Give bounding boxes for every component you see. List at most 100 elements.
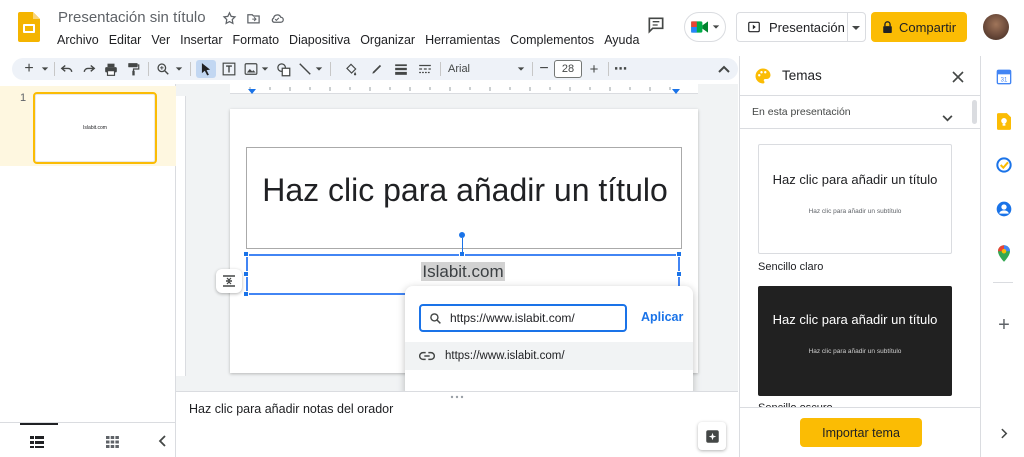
menu-archivo[interactable]: Archivo [52, 31, 104, 49]
themes-scrollbar[interactable] [972, 100, 977, 124]
menu-organizar[interactable]: Organizar [355, 31, 420, 49]
maps-icon[interactable] [995, 244, 1013, 262]
filmstrip-slide[interactable]: 1 Islabit.com [0, 86, 176, 166]
link-url-input[interactable]: https://www.islabit.com/ [419, 304, 627, 332]
explore-icon [705, 429, 719, 443]
image-icon[interactable] [242, 60, 260, 78]
theme-preview-title: Haz clic para añadir un título [772, 172, 938, 187]
more-options-icon[interactable]: ⋯ [612, 60, 630, 78]
present-icon [748, 21, 760, 33]
filmstrip-view-icon[interactable] [30, 435, 44, 453]
border-dash-icon[interactable] [416, 60, 434, 78]
calendar-icon[interactable]: 31 [995, 68, 1013, 86]
text-box-icon[interactable] [220, 60, 238, 78]
filmstrip-footer [0, 422, 176, 457]
menu-editar[interactable]: Editar [104, 31, 147, 49]
collapse-filmstrip-icon[interactable] [158, 434, 166, 452]
apply-link-button[interactable]: Aplicar [641, 310, 683, 324]
close-icon[interactable] [952, 70, 964, 88]
slide-title[interactable]: Haz clic para añadir un título [247, 170, 683, 210]
font-size-decrease-button[interactable]: − [536, 60, 552, 78]
cloud-saved-icon[interactable] [268, 9, 286, 27]
notes-drag-handle[interactable] [450, 386, 464, 399]
link-suggestion[interactable]: https://www.islabit.com/ [405, 342, 693, 370]
avatar[interactable] [983, 14, 1009, 40]
menu-diapositiva[interactable]: Diapositiva [284, 31, 355, 49]
paint-format-icon[interactable] [124, 60, 142, 78]
resize-handle[interactable] [676, 251, 682, 257]
star-icon[interactable] [220, 9, 238, 27]
menu-complementos[interactable]: Complementos [505, 31, 599, 49]
resize-handle[interactable] [676, 271, 682, 277]
zoom-icon[interactable] [154, 60, 172, 78]
font-dropdown-icon[interactable] [516, 60, 526, 78]
theme-card-dark[interactable]: Haz clic para añadir un título Haz clic … [758, 286, 952, 396]
print-icon[interactable] [102, 60, 120, 78]
chevron-right-icon[interactable] [995, 424, 1013, 442]
redo-icon[interactable] [80, 60, 98, 78]
document-title[interactable]: Presentación sin título [58, 9, 206, 26]
link-url-value: https://www.islabit.com/ [450, 311, 575, 325]
themes-panel: Temas En esta presentación Haz clic para… [739, 56, 981, 457]
contacts-icon[interactable] [995, 200, 1013, 218]
resize-handle[interactable] [243, 271, 249, 277]
menu-ayuda[interactable]: Ayuda [599, 31, 644, 49]
new-slide-icon[interactable]: + [20, 60, 38, 78]
horizontal-ruler[interactable] [230, 84, 698, 94]
menu-bar: Archivo Editar Ver Insertar Formato Diap… [52, 31, 644, 49]
image-dropdown-icon[interactable] [260, 60, 270, 78]
menu-herramientas[interactable]: Herramientas [420, 31, 505, 49]
explore-button[interactable] [698, 422, 726, 450]
lock-icon [883, 21, 892, 33]
select-pointer-icon[interactable] [196, 60, 216, 78]
slides-logo-icon[interactable] [18, 12, 40, 42]
menu-ver[interactable]: Ver [146, 31, 175, 49]
subtitle-text-wrap: Islabit.com [248, 262, 678, 282]
comments-icon[interactable] [646, 15, 666, 40]
present-label: Presentación [769, 19, 845, 35]
autofit-chip-icon[interactable] [216, 269, 242, 293]
border-weight-icon[interactable] [392, 60, 410, 78]
share-button[interactable]: Compartir [871, 12, 967, 42]
present-button[interactable]: Presentación [736, 12, 866, 42]
fill-color-icon[interactable] [342, 60, 360, 78]
grid-view-icon[interactable] [106, 435, 119, 453]
tasks-icon[interactable] [995, 156, 1013, 174]
side-panel: 31 + [980, 56, 1024, 457]
slide-thumbnail[interactable]: Islabit.com [33, 92, 157, 164]
undo-icon[interactable] [58, 60, 76, 78]
move-folder-icon[interactable] [244, 9, 262, 27]
chevron-down-icon [712, 25, 720, 29]
theme-card-light[interactable]: Haz clic para añadir un título Haz clic … [758, 144, 952, 254]
chevron-down-icon[interactable] [942, 109, 953, 127]
menu-formato[interactable]: Formato [228, 31, 285, 49]
zoom-dropdown-icon[interactable] [174, 60, 184, 78]
meet-button[interactable] [684, 12, 726, 42]
resize-handle[interactable] [243, 291, 249, 297]
share-label: Compartir [898, 19, 957, 35]
font-size-increase-button[interactable]: + [586, 60, 602, 78]
font-size-input[interactable]: 28 [554, 60, 582, 78]
new-slide-dropdown-icon[interactable] [40, 60, 50, 78]
line-dropdown-icon[interactable] [314, 60, 324, 78]
toolbar: + Arial − 28 + ⋯ [12, 58, 738, 80]
present-dropdown-icon[interactable] [851, 23, 861, 33]
add-icon[interactable]: + [995, 314, 1013, 336]
menu-insertar[interactable]: Insertar [175, 31, 227, 49]
slide-number: 1 [20, 92, 27, 104]
collapse-toolbar-icon[interactable] [716, 60, 732, 78]
line-icon[interactable] [296, 60, 314, 78]
slide-subtitle[interactable]: Islabit.com [421, 262, 505, 281]
link-icon [419, 351, 435, 361]
themes-section-select[interactable]: En esta presentación [752, 106, 851, 118]
keep-icon[interactable] [995, 112, 1013, 130]
speaker-notes-placeholder[interactable]: Haz clic para añadir notas del orador [189, 402, 393, 416]
border-color-icon[interactable] [368, 60, 386, 78]
shape-icon[interactable] [274, 60, 292, 78]
resize-handle[interactable] [243, 251, 249, 257]
import-theme-button[interactable]: Importar tema [800, 418, 922, 447]
search-icon [430, 312, 441, 324]
vertical-ruler[interactable] [176, 96, 186, 376]
palette-icon [754, 67, 772, 90]
speaker-notes[interactable]: Haz clic para añadir notas del orador [176, 391, 738, 457]
